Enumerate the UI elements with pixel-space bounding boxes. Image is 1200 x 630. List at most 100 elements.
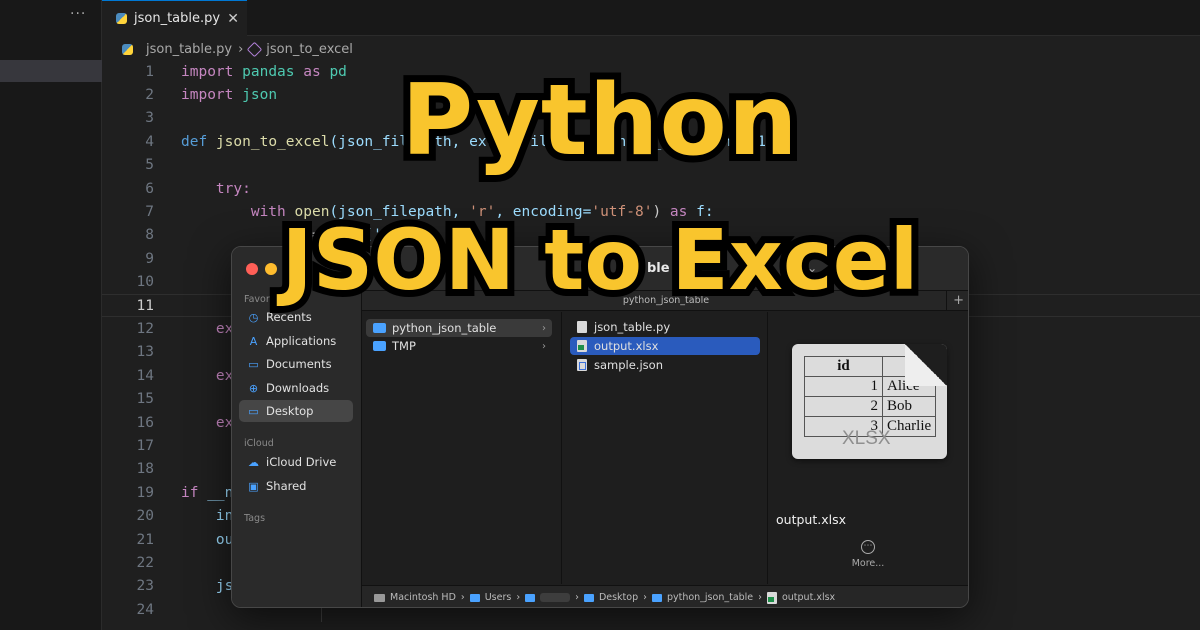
- path-item[interactable]: Desktop: [599, 592, 638, 603]
- preview-filename: output.xlsx: [776, 512, 846, 527]
- python-file-icon: [116, 13, 127, 24]
- table-row: 2 Bob: [804, 396, 937, 417]
- close-icon[interactable]: ✕: [227, 11, 239, 27]
- line-number: 19: [136, 484, 154, 501]
- excel-file-icon: [766, 591, 777, 604]
- more-icon: ⋯: [861, 540, 875, 554]
- page-curl: [905, 344, 947, 386]
- sidebar-item-recents[interactable]: ◷ Recents: [239, 306, 353, 328]
- line-number: 18: [136, 461, 154, 478]
- path-item[interactable]: output.xlsx: [782, 592, 835, 603]
- symbol-method-icon: [247, 41, 263, 57]
- code-text: ex: [215, 367, 234, 384]
- line-number: 23: [136, 578, 154, 595]
- column-1: python_json_table › TMP ›: [362, 312, 562, 584]
- breadcrumb-symbol[interactable]: json_to_excel: [266, 42, 353, 57]
- list-item-python-json-table[interactable]: python_json_table ›: [366, 319, 552, 337]
- line-number: 17: [136, 438, 154, 455]
- document-icon: ▭: [248, 357, 259, 371]
- line-number: 22: [136, 555, 154, 572]
- cloud-icon: ☁: [248, 455, 259, 469]
- sidebar-item-icloud-drive[interactable]: ☁ iCloud Drive: [239, 451, 353, 473]
- tab-bar: json_table.py ✕: [102, 0, 1200, 36]
- list-item-tmp[interactable]: TMP ›: [366, 337, 552, 355]
- sidebar-item-applications[interactable]: A Applications: [239, 330, 353, 352]
- line-number: 6: [145, 180, 154, 197]
- sidebar-item-shared[interactable]: ▣ Shared: [239, 475, 353, 497]
- path-bar: Macintosh HD › Users › › Desktop › pytho…: [362, 585, 968, 607]
- headline-python: Python: [394, 64, 804, 178]
- list-item-label: python_json_table: [392, 321, 497, 335]
- path-item[interactable]: Macintosh HD: [390, 592, 456, 603]
- sidebar-item-label: Downloads: [266, 381, 330, 395]
- excel-file-icon: [577, 340, 587, 352]
- folder-icon: [373, 341, 386, 351]
- folder-icon: [469, 593, 480, 602]
- path-item[interactable]: python_json_table: [667, 592, 753, 603]
- tab-json-table[interactable]: json_table.py ✕: [102, 0, 247, 36]
- sidebar-item-label: iCloud Drive: [266, 455, 337, 469]
- desktop-icon: ▭: [248, 404, 259, 418]
- json-file-icon: [577, 359, 587, 371]
- list-item-label: json_table.py: [594, 320, 671, 334]
- code-text: js: [215, 578, 234, 595]
- list-item-json-table-py[interactable]: json_table.py: [570, 318, 760, 336]
- sidebar-item-desktop[interactable]: ▭ Desktop: [239, 400, 353, 422]
- code-text: in: [215, 508, 234, 525]
- list-item-label: sample.json: [594, 358, 663, 372]
- chevron-right-icon: ›: [758, 592, 762, 603]
- headline-json-to-excel: JSON to Excel: [275, 211, 926, 309]
- shared-folder-icon: ▣: [248, 479, 259, 493]
- list-item-label: output.xlsx: [594, 339, 659, 353]
- more-label: More...: [851, 558, 885, 569]
- chevron-right-icon: ›: [542, 322, 546, 334]
- more-actions-icon[interactable]: ···: [70, 6, 86, 22]
- line-number: 12: [136, 321, 154, 338]
- line-number: 13: [136, 344, 154, 361]
- line-number: 16: [136, 414, 154, 431]
- chevron-right-icon: ›: [238, 41, 244, 57]
- folder-icon: [583, 593, 594, 602]
- list-item-sample-json[interactable]: sample.json: [570, 356, 760, 374]
- editor-screenshot: ··· json_table.py ✕ json_table.py › json…: [0, 0, 1200, 630]
- table-header: id: [804, 356, 883, 377]
- preview-pane: id 1 Alice 2 Bob 3 Charlie XLSX output.xlsx…: [768, 312, 968, 584]
- code-line: 6 try:: [102, 177, 1200, 200]
- applications-icon: A: [249, 334, 258, 348]
- chevron-right-icon: ›: [575, 592, 579, 603]
- file-thumbnail: id 1 Alice 2 Bob 3 Charlie XLSX: [792, 344, 947, 459]
- line-number: 14: [136, 367, 154, 384]
- list-item-label: TMP: [392, 339, 416, 353]
- path-item[interactable]: Users: [485, 592, 512, 603]
- code-text: ou: [215, 531, 234, 548]
- list-item-output-xlsx[interactable]: output.xlsx: [570, 337, 760, 355]
- chevron-right-icon: ›: [516, 592, 521, 603]
- code-text: if __n: [181, 484, 234, 501]
- sidebar-item-downloads[interactable]: ⊕ Downloads: [239, 377, 353, 399]
- sidebar-item-documents[interactable]: ▭ Documents: [239, 353, 353, 375]
- folder-icon: [525, 593, 536, 602]
- sidebar-item-label: Documents: [266, 357, 332, 371]
- hard-drive-icon: [374, 593, 385, 602]
- code-text: ex: [215, 414, 234, 431]
- folder-icon: [651, 593, 662, 602]
- line-number: 15: [136, 391, 154, 408]
- column-2: json_table.py output.xlsx sample.json: [563, 312, 768, 584]
- redacted-username: [540, 593, 571, 602]
- code-text: ex: [215, 321, 234, 338]
- clock-icon: ◷: [248, 310, 259, 324]
- python-file-icon: [577, 321, 587, 333]
- python-file-icon: [122, 43, 133, 55]
- tags-heading: Tags: [244, 513, 266, 524]
- line-number: 20: [136, 508, 154, 525]
- tab-label: json_table.py: [134, 11, 221, 26]
- sidebar-item-label: Applications: [266, 334, 337, 348]
- download-icon: ⊕: [248, 381, 259, 395]
- breadcrumb: json_table.py › json_to_excel: [122, 40, 353, 58]
- breadcrumb-file[interactable]: json_table.py: [146, 42, 232, 57]
- more-button[interactable]: ⋯ More...: [848, 540, 888, 569]
- line-number: 24: [136, 601, 154, 618]
- icloud-heading: iCloud: [244, 438, 274, 449]
- chevron-right-icon: ›: [643, 592, 647, 603]
- sidebar-item-label: Desktop: [266, 404, 314, 418]
